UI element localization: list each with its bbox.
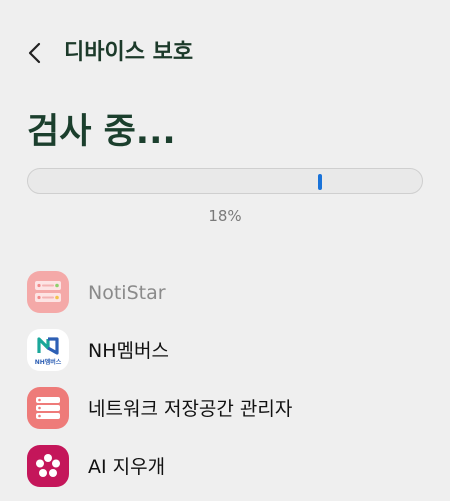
ai-eraser-app-icon — [27, 445, 69, 487]
header-bar: 디바이스 보호 — [0, 0, 450, 100]
chevron-left-icon — [28, 42, 41, 64]
app-name: AI 지우개 — [88, 456, 166, 478]
app-list-item: AI 지우개 — [0, 438, 450, 496]
notistar-app-icon — [27, 271, 69, 313]
nh-members-icon-text: NH멤버스 — [34, 359, 62, 366]
back-button[interactable] — [18, 36, 52, 70]
app-list-item: NH멤버스 NH멤버스 — [0, 322, 450, 380]
app-list-item: 네트워크 저장공간 관리자 — [0, 380, 450, 438]
app-list-item: NotiStar — [0, 264, 450, 322]
app-name: NH멤버스 — [88, 340, 169, 362]
network-storage-manager-app-icon — [27, 387, 69, 429]
nh-members-app-icon: NH멤버스 — [27, 329, 69, 371]
scan-status-title: 검사 중... — [27, 112, 176, 152]
app-name: 네트워크 저장공간 관리자 — [88, 398, 293, 420]
app-name: NotiStar — [88, 282, 166, 304]
scan-progress-bar — [27, 168, 423, 194]
progress-percent: 18% — [208, 207, 242, 225]
page-title: 디바이스 보호 — [64, 40, 194, 65]
progress-indicator — [318, 174, 322, 190]
